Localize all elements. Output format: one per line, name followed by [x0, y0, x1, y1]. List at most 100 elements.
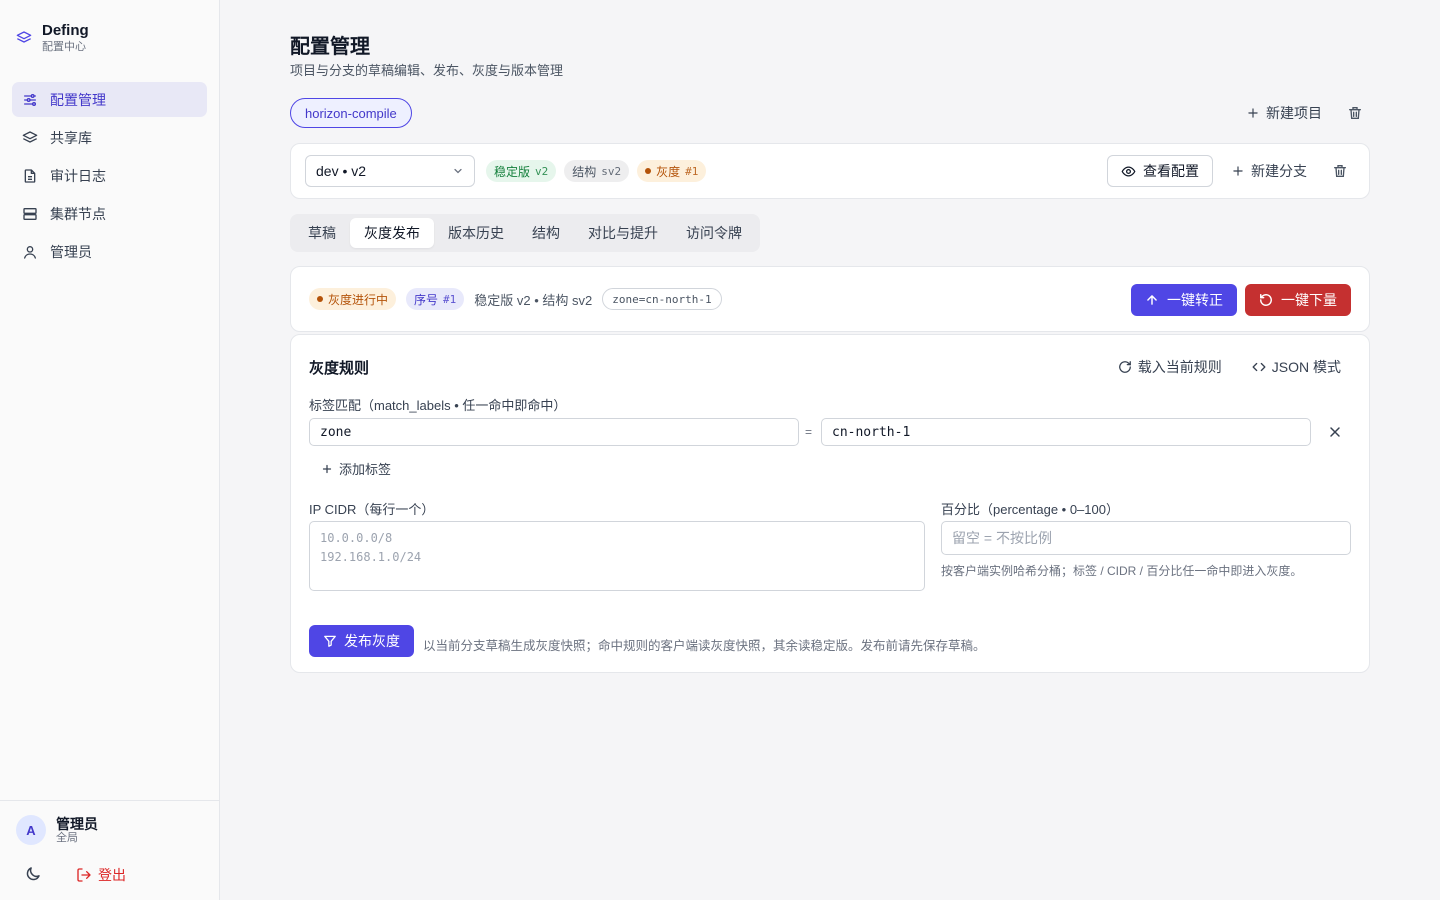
canary-badge-value: #1	[685, 164, 699, 178]
add-tag-button[interactable]: 添加标签	[321, 459, 391, 478]
trash-icon	[1349, 107, 1361, 119]
add-tag-label: 添加标签	[339, 462, 392, 477]
chevron-down-icon	[454, 168, 462, 174]
load-rules-button[interactable]: 载入当前规则	[1112, 352, 1228, 382]
sliders-icon	[24, 93, 36, 106]
tab-bar: 草稿 灰度发布 版本历史 结构 对比与提升 访问令牌	[290, 214, 760, 252]
new-project-button[interactable]: 新建项目	[1236, 98, 1332, 128]
sidebar-item-admins[interactable]: 管理员	[12, 234, 207, 269]
publish-canary-button[interactable]: 发布灰度	[309, 625, 414, 657]
user-icon	[24, 245, 36, 259]
sidebar-footer: A 管理员 全局 登出	[0, 800, 219, 900]
schema-badge-value: sv2	[601, 164, 622, 178]
sequence-label: 序号	[414, 292, 439, 307]
status-dot	[645, 168, 652, 174]
json-mode-button[interactable]: JSON 模式	[1246, 352, 1347, 382]
equals-sign: =	[805, 425, 813, 439]
promote-button[interactable]: 一键转正	[1131, 284, 1237, 316]
tab-canary-release[interactable]: 灰度发布	[350, 218, 434, 248]
canary-meta: 稳定版 v2 • 结构 sv2	[474, 292, 593, 308]
tab-draft[interactable]: 草稿	[294, 218, 350, 248]
sidebar: Defing 配置中心 配置管理 共享库 审计日志 集群节点 管理员 A 管理员…	[0, 0, 220, 900]
sidebar-item-label: 配置管理	[50, 91, 106, 108]
rules-actions: 载入当前规则 JSON 模式	[1112, 352, 1347, 382]
sidebar-item-label: 审计日志	[50, 167, 106, 184]
arrow-up-icon	[1147, 295, 1157, 305]
user-scope: 全局	[56, 831, 78, 844]
sidebar-item-shared-library[interactable]: 共享库	[12, 120, 207, 155]
tab-compare-promote[interactable]: 对比与提升	[574, 218, 672, 248]
percentage-label: 百分比（percentage • 0–100）	[941, 502, 1119, 517]
promote-label: 一键转正	[1167, 292, 1223, 308]
brand-name: Defing	[42, 22, 89, 39]
new-branch-button[interactable]: 新建分支	[1221, 156, 1317, 186]
sidebar-item-cluster-nodes[interactable]: 集群节点	[12, 196, 207, 231]
stable-badge-label: 稳定版	[494, 164, 531, 179]
sidebar-item-label: 共享库	[50, 129, 92, 146]
code-icon	[1252, 362, 1266, 372]
branch-badges: 稳定版 v2 结构 sv2 灰度 #1	[486, 160, 707, 182]
logout-label: 登出	[98, 867, 126, 883]
cidr-textarea[interactable]: 10.0.0.0/8 192.168.1.0/24	[309, 521, 925, 591]
publish-canary-label: 发布灰度	[344, 633, 400, 649]
delete-project-button[interactable]	[1340, 98, 1370, 128]
rollback-label: 一键下量	[1281, 292, 1337, 308]
page-subtitle: 项目与分支的草稿编辑、发布、灰度与版本管理	[290, 63, 564, 78]
logout-button[interactable]: 登出	[76, 865, 126, 885]
sidebar-item-config[interactable]: 配置管理	[12, 82, 207, 117]
branch-select[interactable]: dev • v2	[305, 155, 475, 187]
branch-select-value: dev • v2	[316, 163, 367, 179]
match-labels-label: 标签匹配（match_labels • 任一命中即命中）	[309, 398, 567, 413]
brand-subtitle: 配置中心	[42, 41, 86, 53]
branch-actions: 查看配置 新建分支	[1107, 155, 1355, 187]
sidebar-nav: 配置管理 共享库 审计日志 集群节点 管理员	[12, 82, 207, 272]
tab-schema[interactable]: 结构	[518, 218, 574, 248]
sequence-badge: 序号 #1	[406, 288, 465, 310]
logout-icon	[77, 868, 91, 882]
canary-status-row: 灰度进行中 序号 #1 稳定版 v2 • 结构 sv2 zone=cn-nort…	[309, 288, 722, 310]
status-dot	[317, 296, 323, 302]
publish-hint: 以当前分支草稿生成灰度快照；命中规则的客户端读灰度快照，其余读稳定版。发布前请先…	[423, 639, 986, 653]
tag-key-input[interactable]: zone	[309, 418, 799, 446]
new-branch-label: 新建分支	[1251, 163, 1307, 179]
close-icon[interactable]	[1327, 424, 1343, 440]
server-icon	[23, 207, 37, 220]
status-badge: 灰度进行中	[309, 288, 397, 310]
tag-value-input[interactable]: cn-north-1	[821, 418, 1311, 446]
canary-status-card: 灰度进行中 序号 #1 稳定版 v2 • 结构 sv2 zone=cn-nort…	[290, 266, 1370, 332]
cidr-placeholder-line: 192.168.1.0/24	[320, 550, 422, 564]
canary-badge-label: 灰度	[656, 164, 681, 179]
user-profile[interactable]: A 管理员 全局	[16, 815, 98, 845]
moon-icon[interactable]	[24, 865, 42, 883]
plus-icon	[322, 464, 332, 473]
layers-icon	[22, 130, 38, 143]
project-selector[interactable]: horizon-compile	[290, 98, 412, 128]
sidebar-item-label: 管理员	[50, 243, 92, 260]
load-rules-label: 载入当前规则	[1137, 359, 1222, 375]
percentage-hint: 按客户端实例哈希分桶；标签 / CIDR / 百分比任一命中即进入灰度。	[941, 564, 1303, 578]
json-mode-label: JSON 模式	[1271, 359, 1341, 375]
canary-actions: 一键转正 一键下量	[1131, 284, 1351, 316]
brand[interactable]: Defing 配置中心	[16, 22, 89, 54]
user-name: 管理员	[56, 815, 98, 832]
rollback-button[interactable]: 一键下量	[1245, 284, 1351, 316]
tab-access-tokens[interactable]: 访问令牌	[672, 218, 756, 248]
percentage-input[interactable]: 留空 = 不按比例	[941, 521, 1351, 555]
view-config-button[interactable]: 查看配置	[1107, 155, 1213, 187]
stable-badge: 稳定版 v2	[486, 160, 557, 182]
rules-title: 灰度规则	[309, 360, 370, 377]
plus-icon	[1248, 108, 1258, 118]
status-badge-label: 灰度进行中	[328, 292, 389, 307]
refresh-icon	[1118, 361, 1131, 373]
sequence-value: #1	[443, 292, 457, 306]
canary-badge: 灰度 #1	[637, 160, 707, 182]
trash-icon	[1334, 165, 1346, 177]
file-icon	[24, 168, 36, 183]
new-project-label: 新建项目	[1266, 105, 1322, 121]
tab-version-history[interactable]: 版本历史	[434, 218, 518, 248]
schema-badge: 结构 sv2	[564, 160, 630, 182]
rotate-ccw-icon	[1260, 294, 1272, 306]
sidebar-item-audit-log[interactable]: 审计日志	[12, 158, 207, 193]
layers-icon	[16, 31, 32, 43]
delete-branch-button[interactable]	[1325, 156, 1355, 186]
